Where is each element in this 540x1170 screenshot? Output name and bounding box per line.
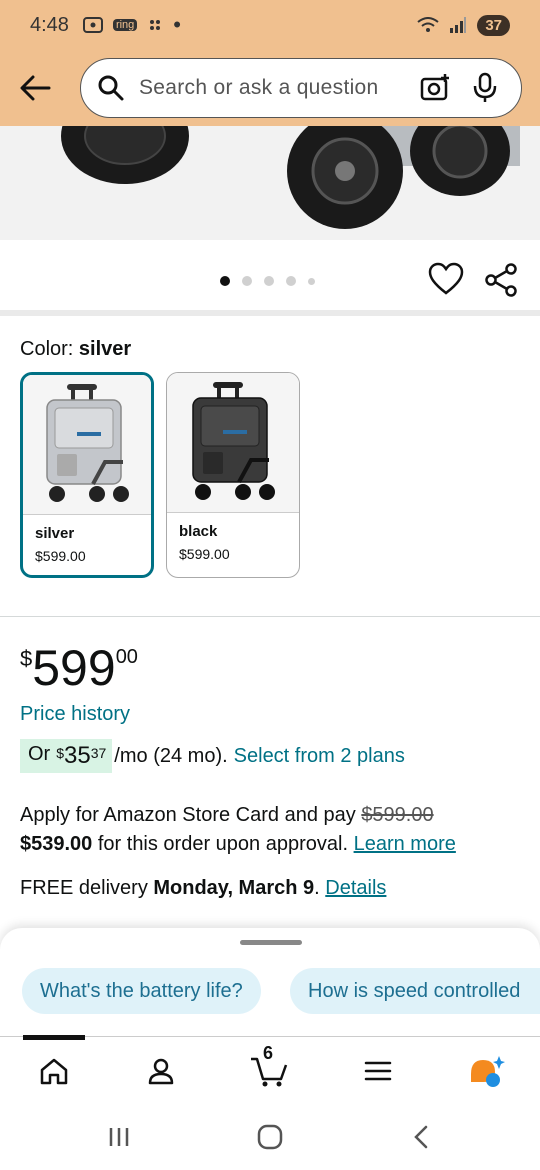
suitcase-black-image bbox=[192, 381, 275, 500]
status-time: 4:48 bbox=[30, 13, 69, 36]
store-card-text: Apply for Amazon Store Card and pay bbox=[20, 804, 356, 826]
monthly-or: Or bbox=[28, 743, 51, 765]
nav-account[interactable] bbox=[141, 1051, 181, 1091]
battery-indicator: 37 bbox=[477, 14, 510, 36]
cart-count-badge: 6 bbox=[263, 1043, 274, 1063]
ask-rufus-sheet[interactable]: What's the battery life? How is speed co… bbox=[0, 928, 540, 1036]
nav-cart[interactable]: 6 bbox=[249, 1043, 289, 1091]
carousel-dots bbox=[220, 276, 315, 286]
chevron-left-icon bbox=[414, 1125, 428, 1149]
store-card-text-2: for this order upon approval. bbox=[97, 833, 349, 855]
share-button[interactable] bbox=[484, 262, 524, 302]
status-notification-icons: ring • bbox=[82, 12, 181, 38]
color-label-text: Color: bbox=[20, 338, 74, 360]
nav-rufus[interactable] bbox=[466, 1051, 506, 1091]
voice-search-button[interactable] bbox=[465, 68, 505, 108]
system-navigation-bar bbox=[0, 1102, 540, 1170]
carousel-dot[interactable] bbox=[264, 276, 274, 286]
recent-apps-icon bbox=[109, 1128, 129, 1146]
store-card-new-price: $539.00 bbox=[20, 833, 93, 855]
swatch-image bbox=[23, 375, 151, 515]
status-right: 37 bbox=[417, 14, 510, 36]
swatch-name: silver bbox=[35, 525, 75, 542]
camera-search-icon bbox=[420, 74, 449, 101]
store-card-offer: Apply for Amazon Store Card and pay $599… bbox=[20, 801, 520, 859]
search-bar[interactable]: Search or ask a question bbox=[80, 58, 522, 118]
product-price: $ 599 00 bbox=[20, 640, 138, 696]
rufus-assistant-icon bbox=[471, 1056, 505, 1087]
monthly-fraction: 37 bbox=[90, 745, 107, 761]
home-icon bbox=[40, 1058, 68, 1085]
swatch-price: $599.00 bbox=[35, 548, 86, 564]
more-notifications-dot: • bbox=[173, 12, 181, 37]
sheet-drag-handle[interactable] bbox=[240, 940, 302, 945]
signal-icon bbox=[450, 17, 467, 33]
bottom-navigation: 6 bbox=[0, 1035, 540, 1102]
status-bar: 4:48 ring • 37 bbox=[0, 0, 540, 50]
section-divider bbox=[0, 616, 540, 617]
swatch-name: black bbox=[179, 523, 218, 540]
monthly-payment-badge: Or $ 35 37 bbox=[20, 739, 113, 773]
suggestion-chip[interactable]: How is speed controlled bbox=[290, 968, 540, 1014]
learn-more-link[interactable]: Learn more bbox=[354, 833, 456, 855]
carousel-dot[interactable] bbox=[308, 277, 315, 285]
swatch-price: $599.00 bbox=[179, 546, 230, 562]
delivery-period: . bbox=[314, 877, 320, 899]
swatch-image bbox=[167, 373, 299, 513]
home-circle-icon bbox=[257, 1124, 283, 1150]
carousel-dot[interactable] bbox=[220, 276, 230, 286]
search-input[interactable]: Search or ask a question bbox=[139, 76, 415, 100]
delivery-prefix: FREE delivery bbox=[20, 877, 148, 899]
monthly-payment: Or $ 35 37 /mo (24 mo). Select from 2 pl… bbox=[20, 739, 405, 773]
color-selected-value: silver bbox=[78, 338, 132, 360]
image-actions-bar bbox=[0, 240, 540, 316]
back-arrow-icon bbox=[20, 75, 51, 101]
color-option-black[interactable]: black $599.00 bbox=[166, 372, 300, 578]
suitcase-silver-image bbox=[46, 383, 129, 502]
monthly-whole: 35 bbox=[64, 742, 91, 769]
add-to-list-button[interactable] bbox=[428, 262, 468, 302]
wifi-icon bbox=[417, 17, 439, 32]
color-label: Color: silver bbox=[20, 338, 131, 361]
recent-apps-button[interactable] bbox=[104, 1122, 134, 1152]
hamburger-menu-icon bbox=[364, 1061, 392, 1081]
account-icon bbox=[148, 1058, 174, 1085]
app-header: Search or ask a question bbox=[0, 50, 540, 126]
color-option-silver[interactable]: silver $599.00 bbox=[20, 372, 154, 578]
system-back-button[interactable] bbox=[406, 1122, 436, 1152]
delivery-date: Monday, March 9 bbox=[153, 877, 315, 899]
price-fraction: 00 bbox=[115, 646, 138, 668]
microphone-icon bbox=[473, 72, 497, 102]
heart-icon bbox=[428, 262, 464, 295]
delivery-info: FREE delivery Monday, March 9. Details bbox=[20, 877, 386, 900]
nav-menu[interactable] bbox=[358, 1051, 398, 1091]
store-card-old-price: $599.00 bbox=[361, 804, 434, 826]
carousel-dot[interactable] bbox=[286, 276, 296, 286]
select-plans-link[interactable]: Select from 2 plans bbox=[234, 745, 405, 768]
suggestion-chip[interactable]: What's the battery life? bbox=[22, 968, 261, 1014]
price-symbol: $ bbox=[20, 646, 33, 671]
search-icon bbox=[98, 75, 124, 101]
product-image bbox=[61, 126, 520, 229]
price-history-link[interactable]: Price history bbox=[20, 703, 130, 726]
price-whole: 599 bbox=[32, 640, 116, 696]
home-system-button[interactable] bbox=[255, 1122, 285, 1152]
back-button[interactable] bbox=[12, 65, 58, 111]
carousel-dot[interactable] bbox=[242, 276, 252, 286]
slack-icon bbox=[150, 20, 161, 30]
camera-search-button[interactable] bbox=[415, 68, 455, 108]
screen-record-icon bbox=[82, 17, 103, 33]
share-icon bbox=[485, 263, 517, 297]
nav-home[interactable] bbox=[34, 1051, 74, 1091]
monthly-symbol: $ bbox=[56, 745, 65, 761]
monthly-suffix: /mo (24 mo). bbox=[114, 744, 228, 767]
active-tab-indicator bbox=[23, 1035, 85, 1040]
product-image-carousel[interactable] bbox=[0, 126, 540, 240]
delivery-details-link[interactable]: Details bbox=[325, 877, 386, 899]
ring-app-icon: ring bbox=[112, 19, 138, 31]
